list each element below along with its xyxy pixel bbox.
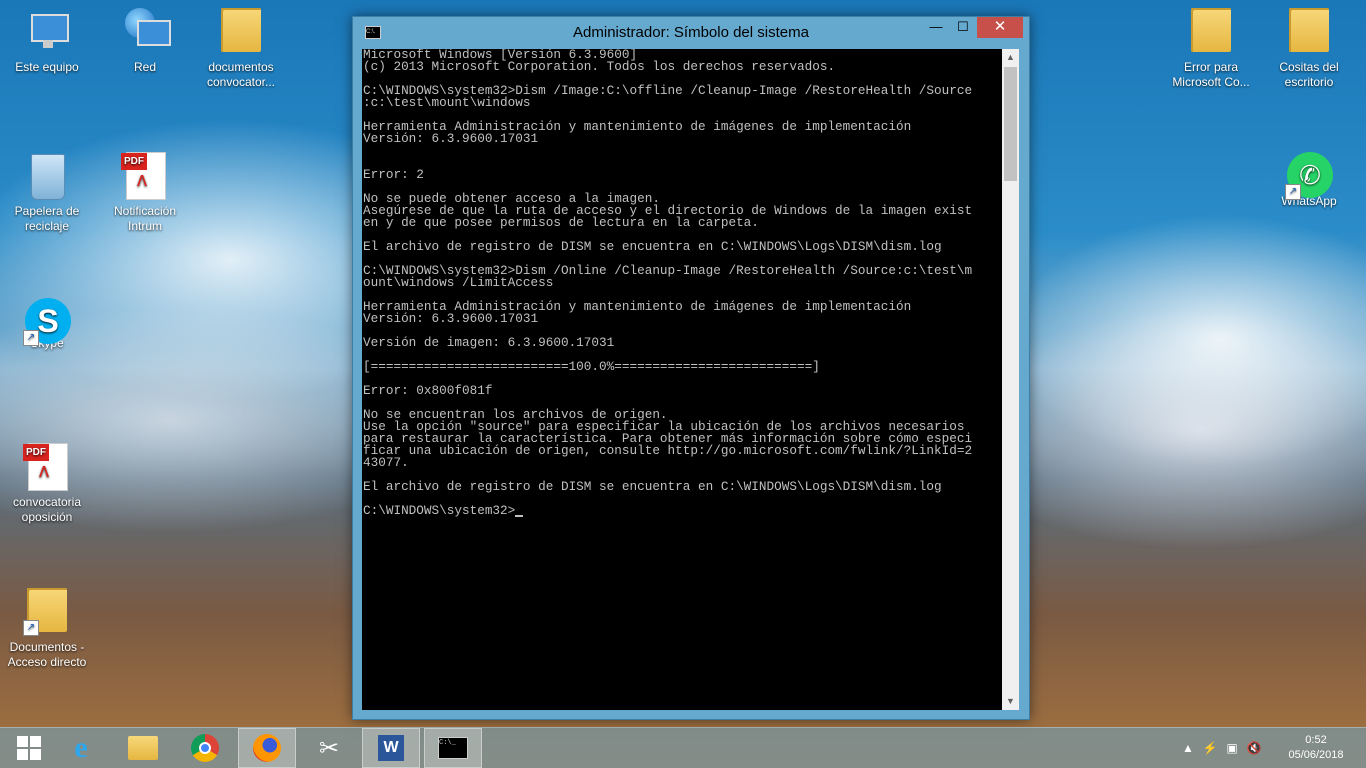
desktop-icon-documentos-convocator[interactable]: documentos convocator...	[198, 8, 284, 90]
scroll-up-arrow-icon[interactable]: ▲	[1002, 49, 1019, 66]
console-line: ount\windows /LimitAccess	[363, 275, 554, 290]
taskbar: e ✂ W C:\_ ▲ ⚡ ▣ 🔇 0:52 05/06/2018	[0, 727, 1366, 768]
volume-muted-icon[interactable]: 🔇	[1246, 740, 1262, 756]
desktop-icon-notificacion-intrum[interactable]: PDF ᴧ Notificación Intrum	[102, 152, 188, 234]
desktop-icon-whatsapp[interactable]: ✆ ↗ WhatsApp	[1266, 152, 1352, 209]
desktop-icon-label: convocatoria oposición	[12, 495, 82, 524]
taskbar-firefox[interactable]	[238, 728, 296, 768]
cmd-icon: C:\_	[438, 737, 468, 759]
desktop-icon-red[interactable]: Red	[102, 8, 188, 75]
computer-icon	[23, 8, 71, 56]
console-line: El archivo de registro de DISM se encuen…	[363, 239, 942, 254]
console-output[interactable]: Microsoft Windows [Versión 6.3.9600] (c) …	[362, 49, 1003, 710]
console-line: Error: 2	[363, 167, 424, 182]
skype-icon: S ↗	[23, 298, 71, 346]
start-button[interactable]	[0, 728, 58, 768]
folder-icon: ↗	[23, 588, 71, 636]
internet-explorer-icon: e	[74, 731, 88, 764]
console-line: ficar una ubicación de origen, consulte …	[363, 443, 973, 458]
system-tray: ▲ ⚡ ▣ 🔇 0:52 05/06/2018	[1166, 728, 1366, 768]
console-line: :c:\test\mount\windows	[363, 95, 531, 110]
desktop-icon-label: Cositas del escritorio	[1279, 60, 1339, 89]
vertical-scrollbar[interactable]: ▲ ▼	[1002, 49, 1019, 710]
network-icon	[121, 8, 171, 56]
folder-icon	[1187, 8, 1235, 56]
clock[interactable]: 0:52 05/06/2018	[1286, 733, 1346, 763]
close-button[interactable]: ✕	[977, 17, 1023, 38]
desktop-icon-convocatoria-oposicion[interactable]: PDF ᴧ convocatoria oposición	[4, 443, 90, 525]
desktop-icon-cositas-del-escritorio[interactable]: Cositas del escritorio	[1266, 8, 1352, 90]
taskbar-snipping-tool[interactable]: ✂	[300, 728, 358, 768]
pdf-file-icon: PDF ᴧ	[121, 152, 169, 200]
file-explorer-icon	[128, 736, 158, 760]
chevron-up-icon[interactable]: ▲	[1180, 740, 1196, 756]
cmd-window[interactable]: C:\. Administrador: Símbolo del sistema …	[352, 16, 1030, 720]
desktop-icon-label: Este equipo	[15, 60, 79, 74]
folder-icon	[217, 8, 265, 56]
desktop-icon-error-para-microsoft[interactable]: Error para Microsoft Co...	[1168, 8, 1254, 90]
desktop-icon-label: Papelera de reciclaje	[14, 204, 80, 233]
network-status-icon[interactable]: ▣	[1224, 740, 1240, 756]
firefox-icon	[253, 734, 281, 762]
taskbar-chrome[interactable]	[176, 728, 234, 768]
taskbar-internet-explorer[interactable]: e	[52, 728, 110, 768]
maximize-button[interactable]: ☐	[950, 17, 976, 38]
console-line: Error: 0x800f081f	[363, 383, 493, 398]
taskbar-cmd[interactable]: C:\_	[424, 728, 482, 768]
desktop-icon-label: Notificación Intrum	[113, 204, 177, 233]
pdf-file-icon: PDF ᴧ	[23, 443, 71, 491]
snipping-tool-icon: ✂	[318, 734, 340, 762]
console-line: 43077.	[363, 455, 409, 470]
shortcut-arrow-icon: ↗	[23, 620, 39, 636]
window-titlebar[interactable]: C:\. Administrador: Símbolo del sistema …	[353, 17, 1029, 49]
desktop-icon-label: Error para Microsoft Co...	[1172, 60, 1250, 89]
recycle-bin-icon	[23, 152, 71, 200]
scroll-down-arrow-icon[interactable]: ▼	[1002, 693, 1019, 710]
desktop-icon-este-equipo[interactable]: Este equipo	[4, 8, 90, 75]
desktop-icon-documentos-acceso-directo[interactable]: ↗ Documentos - Acceso directo	[4, 588, 90, 670]
console-line: [==========================100.0%=======…	[363, 359, 820, 374]
desktop-icon-papelera[interactable]: Papelera de reciclaje	[4, 152, 90, 234]
console-line: Versión de imagen: 6.3.9600.17031	[363, 335, 615, 350]
console-line: Versión: 6.3.9600.17031	[363, 311, 539, 326]
minimize-button[interactable]: —	[923, 17, 949, 38]
windows-logo-icon	[17, 736, 41, 760]
clock-date: 05/06/2018	[1288, 749, 1344, 761]
console-line: Versión: 6.3.9600.17031	[363, 131, 539, 146]
power-plug-icon[interactable]: ⚡	[1202, 740, 1218, 756]
folder-icon	[1285, 8, 1333, 56]
taskbar-file-explorer[interactable]	[114, 728, 172, 768]
shortcut-arrow-icon: ↗	[1285, 184, 1301, 200]
text-cursor	[515, 515, 524, 517]
shortcut-arrow-icon: ↗	[23, 330, 39, 346]
desktop-icon-label: documentos convocator...	[206, 60, 276, 89]
clock-time: 0:52	[1305, 734, 1327, 746]
desktop-icon-label: Documentos - Acceso directo	[7, 640, 87, 669]
whatsapp-icon: ✆ ↗	[1285, 152, 1333, 200]
chrome-icon	[191, 734, 219, 762]
taskbar-word[interactable]: W	[362, 728, 420, 768]
console-line: (c) 2013 Microsoft Corporation. Todos lo…	[363, 59, 836, 74]
desktop-icon-skype[interactable]: S ↗ Skype	[4, 298, 90, 351]
console-line: El archivo de registro de DISM se encuen…	[363, 479, 942, 494]
console-line: C:\WINDOWS\system32>	[363, 504, 1003, 517]
scrollbar-thumb[interactable]	[1004, 67, 1017, 181]
desktop-icon-label: Red	[133, 60, 156, 74]
word-icon: W	[378, 735, 404, 761]
console-line: en y de que posee permisos de lectura en…	[363, 215, 759, 230]
